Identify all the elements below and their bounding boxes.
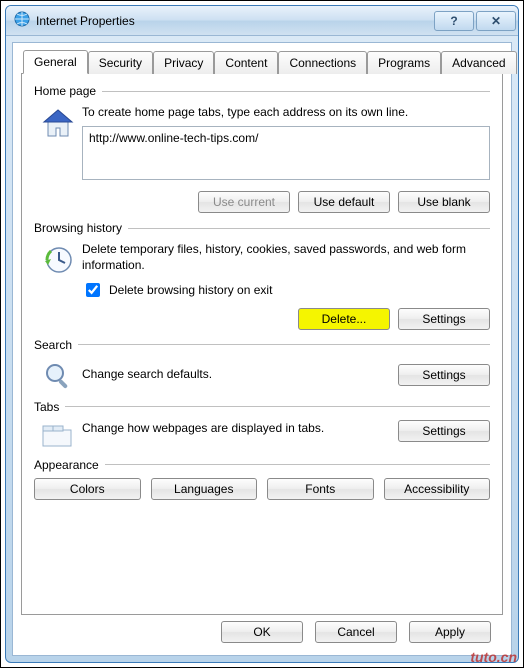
help-button[interactable]: ? xyxy=(434,11,474,31)
use-blank-button[interactable]: Use blank xyxy=(398,191,490,213)
use-default-button[interactable]: Use default xyxy=(298,191,390,213)
group-heading: Appearance xyxy=(34,458,99,472)
group-heading: Tabs xyxy=(34,400,59,414)
group-heading: Search xyxy=(34,338,72,352)
tabs-desc: Change how webpages are displayed in tab… xyxy=(82,420,398,436)
homepage-url-input[interactable] xyxy=(82,126,490,180)
tab-content[interactable]: Content xyxy=(214,51,278,74)
accessibility-button[interactable]: Accessibility xyxy=(384,478,491,500)
close-button[interactable]: ✕ xyxy=(476,11,516,31)
search-settings-button[interactable]: Settings xyxy=(398,364,490,386)
titlebar: Internet Properties ? ✕ xyxy=(6,6,518,36)
tab-privacy[interactable]: Privacy xyxy=(153,51,214,74)
colors-button[interactable]: Colors xyxy=(34,478,141,500)
magnifier-icon xyxy=(34,358,82,392)
history-settings-button[interactable]: Settings xyxy=(398,308,490,330)
group-tabs: Tabs Change how webpages are di xyxy=(34,400,490,450)
clock-icon xyxy=(34,241,82,329)
tabs-icon xyxy=(34,420,82,450)
divider xyxy=(105,464,490,465)
group-homepage: Home page To create home page tabs, type… xyxy=(34,84,490,213)
divider xyxy=(78,344,490,345)
group-heading: Home page xyxy=(34,84,96,98)
group-search: Search Change search defaults. Set xyxy=(34,338,490,392)
tab-general[interactable]: General xyxy=(23,50,88,74)
homepage-desc: To create home page tabs, type each addr… xyxy=(82,104,490,120)
tab-connections[interactable]: Connections xyxy=(278,51,367,74)
apply-button[interactable]: Apply xyxy=(409,621,491,643)
client-area: General Security Privacy Content Connect… xyxy=(12,42,512,656)
checkbox-label: Delete browsing history on exit xyxy=(109,283,272,297)
tab-advanced[interactable]: Advanced xyxy=(441,51,516,74)
delete-on-exit-checkbox[interactable]: Delete browsing history on exit xyxy=(82,280,490,300)
globe-icon xyxy=(14,11,30,30)
use-current-button[interactable]: Use current xyxy=(198,191,290,213)
divider xyxy=(102,91,490,92)
tab-strip: General Security Privacy Content Connect… xyxy=(23,49,503,73)
history-desc: Delete temporary files, history, cookies… xyxy=(82,241,490,273)
group-appearance: Appearance Colors Languages Fonts Access… xyxy=(34,458,490,500)
delete-button[interactable]: Delete... xyxy=(298,308,390,330)
search-desc: Change search defaults. xyxy=(82,366,398,382)
group-browsing-history: Browsing history xyxy=(34,221,490,329)
divider xyxy=(65,406,490,407)
window-title: Internet Properties xyxy=(36,14,432,28)
tabs-settings-button[interactable]: Settings xyxy=(398,420,490,442)
house-icon xyxy=(34,104,82,213)
languages-button[interactable]: Languages xyxy=(151,478,258,500)
window: Internet Properties ? ✕ General Security… xyxy=(5,5,519,663)
divider xyxy=(128,228,490,229)
tab-panel-general: Home page To create home page tabs, type… xyxy=(21,73,503,615)
fonts-button[interactable]: Fonts xyxy=(267,478,374,500)
delete-on-exit-input[interactable] xyxy=(86,283,100,297)
tab-security[interactable]: Security xyxy=(88,51,153,74)
cancel-button[interactable]: Cancel xyxy=(315,621,397,643)
ok-button[interactable]: OK xyxy=(221,621,303,643)
tab-programs[interactable]: Programs xyxy=(367,51,441,74)
dialog-footer: OK Cancel Apply xyxy=(21,621,503,647)
group-heading: Browsing history xyxy=(34,221,122,235)
